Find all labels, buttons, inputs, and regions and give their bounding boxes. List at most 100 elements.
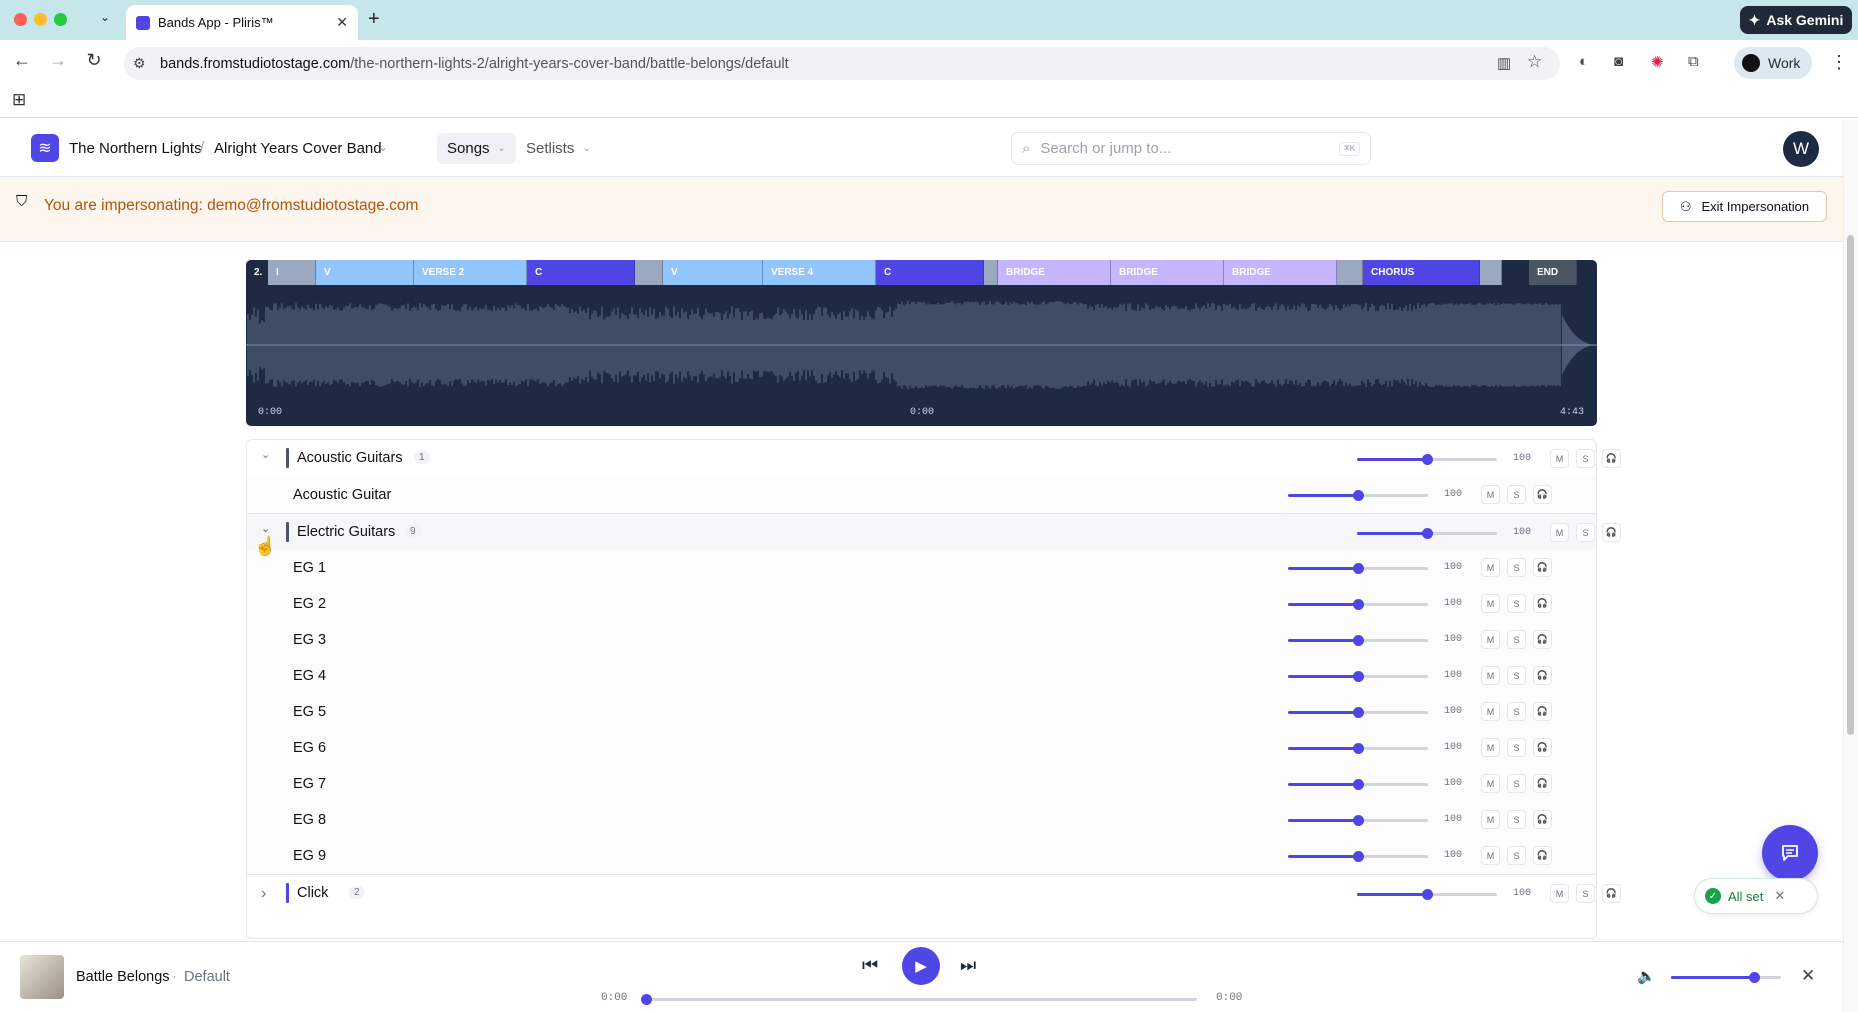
master-volume-slider[interactable] [1671,972,1781,983]
waveform-panel[interactable]: 2. I V VERSE 2 C V VERSE 4 C BRIDGE BRIDGE BRIDGE C… [246,260,1597,426]
player-song-title[interactable]: Battle Belongs [76,969,170,985]
bookmark-star-icon[interactable]: ☆ [1527,52,1542,72]
track-row[interactable]: EG 9 100 M S 🎧 [247,838,1596,874]
volume-knob[interactable] [1353,671,1364,682]
band-chevron-down-icon[interactable]: ⌄ [378,140,388,154]
volume-knob[interactable] [1353,815,1364,826]
tab-search-icon[interactable]: ⌄ [100,10,110,24]
apps-grid-icon[interactable]: ⊞ [12,90,26,110]
track-group-row[interactable]: › Click 2 100 M S 🎧 [247,874,1621,911]
headphones-button[interactable]: 🎧 [1602,884,1621,903]
chevron-right-icon[interactable]: › [261,885,266,903]
volume-slider[interactable] [1357,528,1497,539]
volume-knob[interactable] [1422,528,1433,539]
volume-knob[interactable] [1353,851,1364,862]
volume-knob[interactable] [1422,454,1433,465]
reload-icon[interactable]: ↻ [82,50,106,71]
mute-button[interactable]: M [1481,558,1500,577]
progress-knob[interactable] [641,994,652,1005]
nav-setlists[interactable]: Setlists ⌄ [526,133,591,164]
song-section[interactable] [635,260,663,285]
mute-button[interactable]: M [1481,774,1500,793]
volume-slider[interactable] [1288,635,1428,646]
master-volume-knob[interactable] [1748,972,1760,983]
solo-button[interactable]: S [1576,449,1595,468]
reading-mode-icon[interactable]: ▥ [1497,54,1511,72]
headphones-button[interactable]: 🎧 [1533,810,1552,829]
tab-close-icon[interactable]: ✕ [336,14,348,31]
toast-close-icon[interactable]: ✕ [1774,888,1785,904]
profile-button[interactable]: Work [1734,47,1812,79]
solo-button[interactable]: S [1507,594,1526,613]
song-section[interactable] [1480,260,1502,285]
song-section[interactable]: BRIDGE [1111,260,1224,285]
solo-button[interactable]: S [1507,774,1526,793]
volume-knob[interactable] [1353,743,1364,754]
chevron-down-icon[interactable]: ⌄ [261,522,270,535]
back-icon[interactable]: ← [10,50,34,71]
headphones-button[interactable]: 🎧 [1602,449,1621,468]
chevron-down-icon[interactable]: ⌄ [261,448,270,461]
track-row[interactable]: EG 6 100 M S 🎧 [247,730,1596,766]
browser-tab[interactable]: Bands App - Pliris™ ✕ [126,5,358,40]
volume-slider[interactable] [1288,599,1428,610]
solo-button[interactable]: S [1507,738,1526,757]
user-avatar[interactable]: W [1783,131,1819,167]
track-row[interactable]: EG 5 100 M S 🎧 [247,694,1596,730]
headphones-button[interactable]: 🎧 [1533,485,1552,504]
volume-slider[interactable] [1357,889,1497,900]
forward-icon[interactable]: → [46,50,70,71]
breadcrumb-org[interactable]: The Northern Lights [69,140,202,157]
browser-menu-icon[interactable]: ⋮ [1830,52,1848,73]
volume-slider[interactable] [1288,707,1428,718]
solo-button[interactable]: S [1507,666,1526,685]
track-row[interactable]: EG 8 100 M S 🎧 [247,802,1596,838]
volume-slider[interactable] [1357,454,1497,465]
song-section[interactable]: VERSE 4 [763,260,876,285]
solo-button[interactable]: S [1576,523,1595,542]
mute-button[interactable]: M [1481,485,1500,504]
minimize-window-button[interactable] [34,13,47,26]
extension-star-icon[interactable]: ✺ [1651,53,1664,71]
mute-button[interactable]: M [1550,523,1569,542]
new-tab-icon[interactable]: + [368,8,380,31]
headphones-button[interactable]: 🎧 [1533,738,1552,757]
solo-button[interactable]: S [1507,810,1526,829]
close-window-button[interactable] [14,13,27,26]
address-bar[interactable]: bands.fromstudiotostage.com/the-northern… [124,47,1560,80]
player-progress-bar[interactable] [641,994,1197,1005]
volume-slider[interactable] [1288,743,1428,754]
volume-slider[interactable] [1288,851,1428,862]
volume-slider[interactable] [1288,671,1428,682]
headphones-button[interactable]: 🎧 [1533,774,1552,793]
solo-button[interactable]: S [1507,485,1526,504]
volume-knob[interactable] [1353,779,1364,790]
headphones-button[interactable]: 🎧 [1602,523,1621,542]
waveform-graphic[interactable] [246,285,1597,405]
song-section[interactable]: V [663,260,763,285]
speaker-icon[interactable]: 🔈 [1637,967,1656,985]
volume-knob[interactable] [1353,707,1364,718]
headphones-button[interactable]: 🎧 [1533,594,1552,613]
solo-button[interactable]: S [1576,884,1595,903]
song-section[interactable]: C [876,260,984,285]
mute-button[interactable]: M [1481,738,1500,757]
scrollbar-thumb[interactable] [1847,235,1854,735]
ask-gemini-button[interactable]: ✦ Ask Gemini [1740,6,1852,34]
close-player-icon[interactable]: ✕ [1801,966,1815,986]
headphones-button[interactable]: 🎧 [1533,666,1552,685]
headphones-button[interactable]: 🎧 [1533,558,1552,577]
song-section[interactable]: BRIDGE [1224,260,1337,285]
track-row[interactable]: EG 3 100 M S 🎧 [247,622,1596,658]
song-section[interactable]: END [1529,260,1577,285]
solo-button[interactable]: S [1507,846,1526,865]
mute-button[interactable]: M [1550,449,1569,468]
track-row[interactable]: Acoustic Guitar 100 M S 🎧 [247,477,1596,513]
song-section[interactable]: I [268,260,316,285]
track-group-row[interactable]: ⌄ Acoustic Guitars 1 100 M S 🎧 [247,440,1621,477]
song-section[interactable]: 2. [246,260,268,285]
song-section[interactable]: CHORUS [1363,260,1480,285]
site-info-icon[interactable]: ⚙ [133,55,146,72]
track-row[interactable]: EG 2 100 M S 🎧 [247,586,1596,622]
chat-button[interactable] [1762,825,1818,881]
